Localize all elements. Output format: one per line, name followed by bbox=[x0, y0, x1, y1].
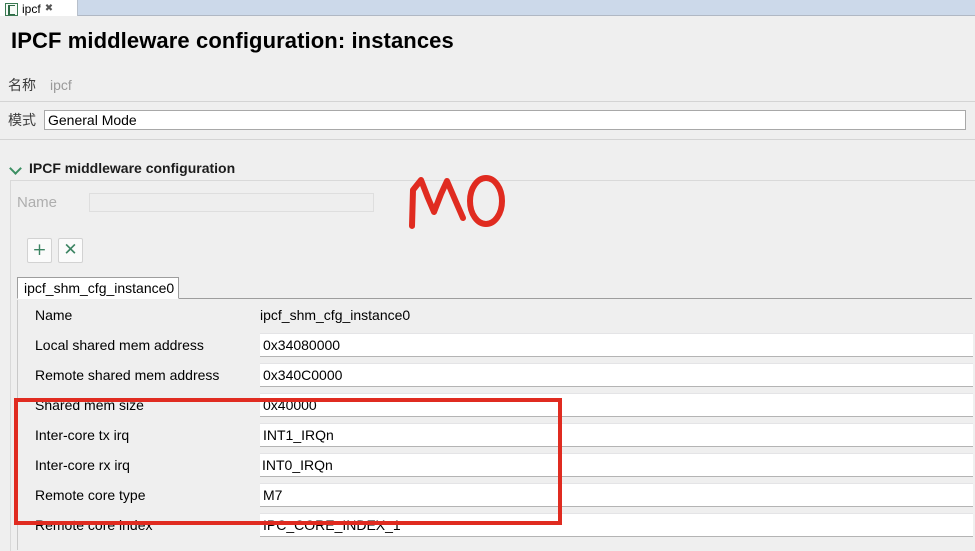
property-input-shared-mem-size[interactable] bbox=[260, 393, 973, 417]
table-row: Local shared mem address bbox=[18, 330, 973, 360]
chevron-down-icon[interactable] bbox=[11, 163, 22, 174]
name-field-label: 名称 bbox=[8, 77, 36, 93]
property-label: Local shared mem address bbox=[35, 337, 204, 353]
property-value-readonly: ipcf_shm_cfg_instance0 bbox=[260, 307, 411, 323]
property-label: Name bbox=[35, 307, 73, 323]
table-row: Shared mem size bbox=[18, 390, 973, 420]
table-row: Name ipcf_shm_cfg_instance0 bbox=[18, 300, 973, 330]
editor-tab-label: ipcf bbox=[22, 1, 41, 16]
editor-tab-strip: ipcf ✖ bbox=[0, 0, 975, 16]
property-label: Remote core index bbox=[35, 517, 153, 533]
table-row: Remote core type bbox=[18, 480, 973, 510]
property-label: Remote core type bbox=[35, 487, 146, 503]
page-title: IPCF middleware configuration: instances bbox=[11, 28, 454, 53]
add-instance-button[interactable]: + bbox=[27, 238, 52, 263]
property-input-inter-core-tx-irq[interactable] bbox=[260, 423, 973, 447]
instance-tab-strip: ipcf_shm_cfg_instance0 bbox=[17, 277, 972, 299]
property-input-remote-shared-mem-address[interactable] bbox=[260, 363, 973, 387]
field-row-mode: 模式 bbox=[8, 109, 966, 131]
property-input-inter-core-rx-irq[interactable] bbox=[260, 453, 973, 477]
section-title: IPCF middleware configuration bbox=[29, 160, 236, 176]
instance-tab-0[interactable]: ipcf_shm_cfg_instance0 bbox=[17, 277, 180, 299]
divider-1 bbox=[0, 101, 975, 102]
remove-instance-button[interactable]: ✕ bbox=[58, 238, 83, 263]
file-config-icon bbox=[5, 2, 18, 16]
property-grid: Name ipcf_shm_cfg_instance0 Local shared… bbox=[17, 300, 973, 550]
mode-field-input[interactable] bbox=[44, 110, 966, 130]
close-icon[interactable]: ✖ bbox=[45, 1, 53, 17]
name-filter-label: Name bbox=[17, 194, 58, 211]
property-input-local-shared-mem-address[interactable] bbox=[260, 333, 973, 357]
name-filter-input[interactable] bbox=[89, 193, 374, 212]
form-editor-area: IPCF middleware configuration: instances… bbox=[0, 17, 975, 551]
divider-2 bbox=[0, 139, 975, 140]
mode-field-label: 模式 bbox=[8, 112, 36, 128]
table-row: Remote core index bbox=[18, 510, 973, 540]
table-row: Inter-core tx irq bbox=[18, 420, 973, 450]
property-label: Remote shared mem address bbox=[35, 367, 220, 383]
property-label: Inter-core tx irq bbox=[35, 427, 130, 443]
property-input-remote-core-type[interactable] bbox=[260, 483, 973, 507]
section-body: Name + ✕ ipcf_shm_cfg_instance0 Name ipc… bbox=[10, 180, 975, 551]
name-filter-row: Name bbox=[17, 193, 374, 212]
property-input-remote-core-index[interactable] bbox=[260, 513, 973, 537]
instance-toolbar: + ✕ bbox=[27, 238, 83, 263]
field-row-name: 名称 ipcf bbox=[8, 74, 72, 96]
property-label: Inter-core rx irq bbox=[35, 457, 130, 473]
name-field-value: ipcf bbox=[50, 77, 72, 93]
editor-tab-ipcf[interactable]: ipcf ✖ bbox=[0, 0, 78, 16]
table-row: Remote shared mem address bbox=[18, 360, 973, 390]
section-header-ipcf-config[interactable]: IPCF middleware configuration bbox=[11, 160, 235, 176]
property-label: Shared mem size bbox=[35, 397, 144, 413]
table-row: Inter-core rx irq bbox=[18, 450, 973, 480]
